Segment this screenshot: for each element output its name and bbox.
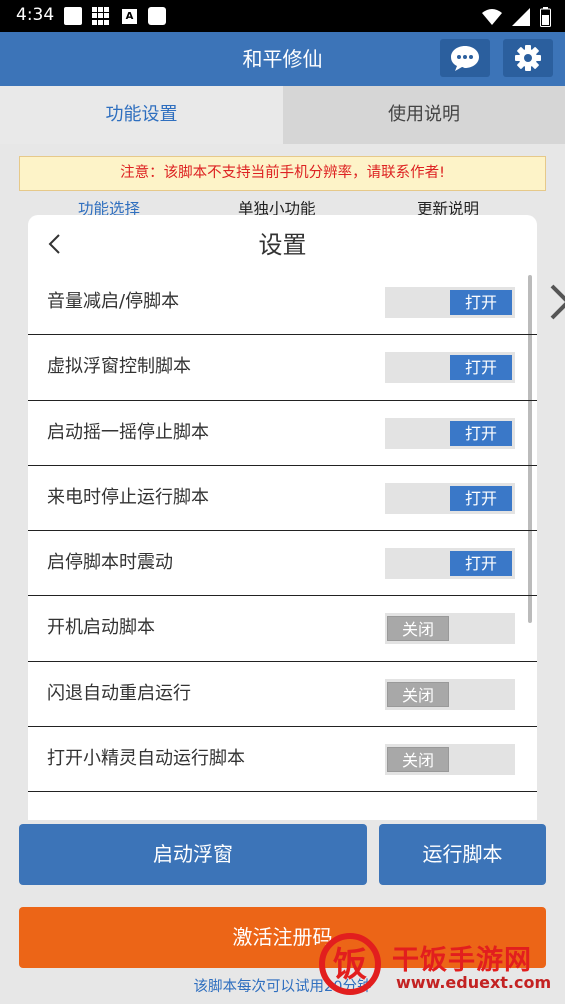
toggle-state: 打开 [450, 420, 512, 446]
setting-row: 来电时停止运行脚本 打开 [28, 466, 537, 532]
setting-toggle[interactable]: 关闭 [385, 744, 515, 776]
watermark-logo-char: 饭 [333, 945, 367, 985]
toggle-state: 打开 [450, 290, 512, 315]
setting-toggle[interactable]: 打开 [385, 417, 515, 449]
toggle-state: 打开 [450, 551, 512, 577]
setting-label: 来电时停止运行脚本 [47, 486, 209, 508]
toggle-state: 关闭 [387, 616, 449, 642]
a-letter-icon: A [122, 9, 137, 24]
watermark-url: www.eduext.com [396, 973, 552, 992]
toggle-state: 打开 [450, 355, 512, 381]
setting-row: 虚拟浮窗控制脚本 打开 [28, 335, 537, 401]
setting-row: 开机启动脚本 关闭 [28, 596, 537, 662]
settings-panel: 设置 音量减启/停脚本 打开 虚拟浮窗控制脚本 打开 启动摇一摇停止脚本 打开 … [28, 215, 537, 820]
chat-button[interactable] [440, 39, 490, 77]
battery-icon [540, 7, 551, 27]
settings-list: 音量减启/停脚本 打开 虚拟浮窗控制脚本 打开 启动摇一摇停止脚本 打开 来电时… [28, 270, 537, 820]
setting-row: 闪退自动重启运行 关闭 [28, 662, 537, 728]
setting-label: 虚拟浮窗控制脚本 [47, 356, 191, 378]
watermark-brand: 干饭手游网 [392, 945, 532, 976]
setting-label: 闪退自动重启运行 [47, 682, 191, 704]
setting-row: 打开小精灵自动运行脚本 关闭 [28, 727, 537, 793]
setting-toggle[interactable]: 打开 [385, 287, 515, 318]
close-icon[interactable] [548, 282, 565, 322]
setting-label: 启动摇一摇停止脚本 [47, 421, 209, 443]
setting-row-partial [28, 792, 537, 820]
setting-toggle[interactable]: 打开 [385, 352, 515, 384]
app-notification-icon [148, 7, 166, 25]
signal-icon [512, 8, 530, 26]
grid-icon [92, 7, 110, 25]
setting-row: 启停脚本时震动 打开 [28, 531, 537, 597]
setting-row: 音量减启/停脚本 打开 [28, 270, 537, 336]
run-script-button[interactable]: 运行脚本 [379, 824, 546, 885]
status-bar: 4:34 A [0, 0, 565, 32]
gear-icon [515, 45, 541, 71]
setting-label: 开机启动脚本 [47, 617, 155, 639]
tab-function-settings[interactable]: 功能设置 [0, 86, 283, 144]
wifi-icon [482, 9, 502, 25]
setting-toggle[interactable]: 关闭 [385, 613, 515, 645]
watermark-logo: 饭 [316, 928, 386, 996]
setting-label: 打开小精灵自动运行脚本 [47, 748, 245, 770]
toggle-state: 关闭 [387, 747, 449, 773]
setting-label: 音量减启/停脚本 [47, 291, 180, 312]
toggle-state: 关闭 [387, 681, 449, 707]
panel-title: 设置 [258, 231, 307, 259]
app-bar: 和平修仙 [0, 32, 565, 86]
chat-icon [451, 46, 479, 71]
setting-label: 启停脚本时震动 [47, 552, 173, 574]
notification-icon [64, 7, 82, 25]
status-time: 4:34 [16, 5, 55, 25]
toggle-state: 打开 [450, 485, 512, 511]
settings-button[interactable] [503, 39, 553, 77]
setting-toggle[interactable]: 打开 [385, 482, 515, 514]
warning-banner: 注意：该脚本不支持当前手机分辨率，请联系作者! [19, 156, 546, 191]
tab-usage-instructions[interactable]: 使用说明 [283, 86, 565, 144]
setting-toggle[interactable]: 关闭 [385, 678, 515, 710]
start-float-window-button[interactable]: 启动浮窗 [19, 824, 367, 885]
setting-toggle[interactable]: 打开 [385, 548, 515, 580]
setting-row: 启动摇一摇停止脚本 打开 [28, 401, 537, 466]
